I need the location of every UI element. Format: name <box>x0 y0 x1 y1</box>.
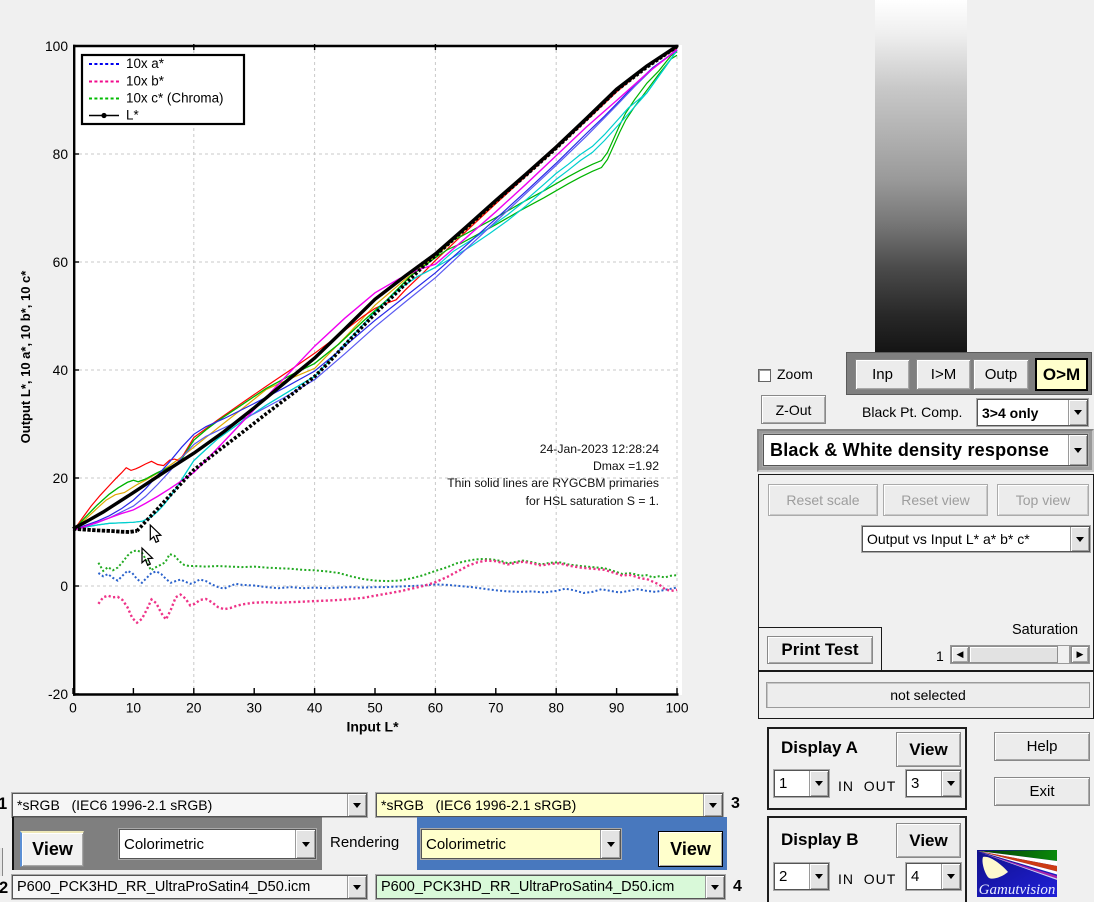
svg-text:90: 90 <box>609 701 625 716</box>
svg-text:80: 80 <box>549 701 565 716</box>
svg-text:Output L*, 10 a*, 10 b*, 10 c*: Output L*, 10 a*, 10 b*, 10 c* <box>18 270 33 444</box>
svg-text:Thin solid lines are RYGCBM pr: Thin solid lines are RYGCBM primaries <box>447 476 659 490</box>
svg-text:60: 60 <box>428 701 444 716</box>
svg-text:10x a*: 10x a* <box>126 56 164 71</box>
svg-text:for HSL saturation S = 1.: for HSL saturation S = 1. <box>526 494 659 508</box>
svg-text:-20: -20 <box>48 687 68 702</box>
svg-text:Dmax =1.92: Dmax =1.92 <box>593 459 659 473</box>
svg-text:10: 10 <box>126 701 142 716</box>
svg-text:50: 50 <box>367 701 383 716</box>
svg-text:10x b*: 10x b* <box>126 74 164 89</box>
svg-text:40: 40 <box>307 701 323 716</box>
svg-text:20: 20 <box>53 471 69 486</box>
svg-text:24-Jan-2023 12:28:24: 24-Jan-2023 12:28:24 <box>540 442 659 456</box>
svg-text:100: 100 <box>665 701 688 716</box>
svg-text:0: 0 <box>60 579 68 594</box>
svg-text:80: 80 <box>53 147 69 162</box>
svg-text:100: 100 <box>45 39 68 54</box>
svg-text:30: 30 <box>247 701 263 716</box>
svg-text:40: 40 <box>53 363 69 378</box>
svg-text:10x c* (Chroma): 10x c* (Chroma) <box>126 91 223 106</box>
svg-text:Gamutvision: Gamutvision <box>979 882 1056 897</box>
svg-text:60: 60 <box>53 255 69 270</box>
svg-text:20: 20 <box>186 701 202 716</box>
svg-text:70: 70 <box>488 701 504 716</box>
svg-text:L*: L* <box>126 108 139 123</box>
svg-text:Input L*: Input L* <box>346 719 399 735</box>
svg-text:0: 0 <box>69 701 77 716</box>
